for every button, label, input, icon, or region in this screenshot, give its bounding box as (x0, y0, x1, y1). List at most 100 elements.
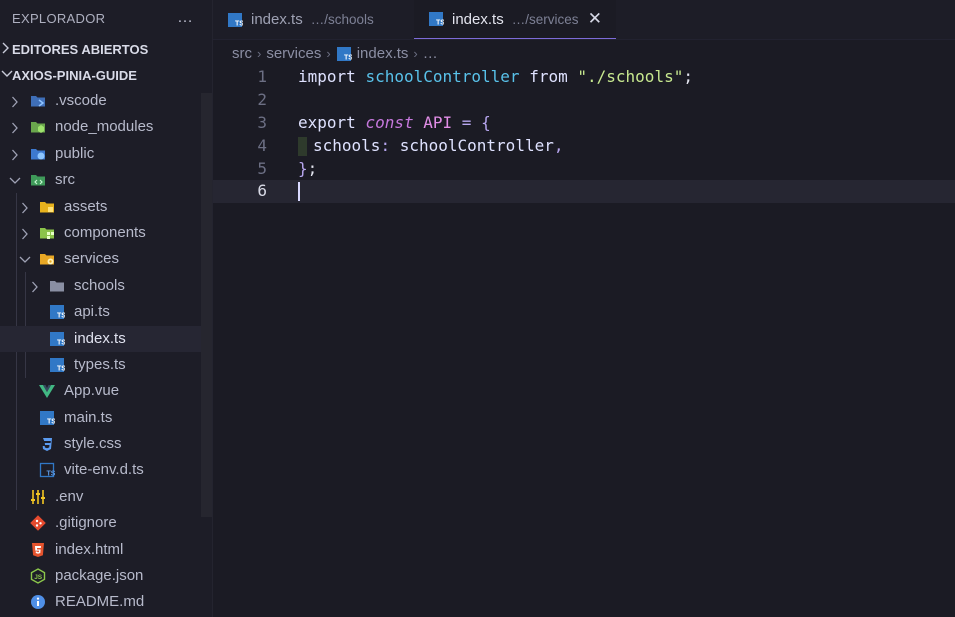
close-icon[interactable]: ✕ (588, 9, 602, 29)
file-tree: .vscode node_modules public src assets c… (0, 88, 212, 616)
code-line-current[interactable]: 6 (213, 180, 955, 204)
tab-filename: index.ts (452, 10, 504, 28)
tree-file-style-css[interactable]: style.css (0, 431, 212, 457)
tree-item-label: types.ts (74, 355, 126, 373)
tree-item-label: services (64, 250, 120, 268)
css-icon (42, 438, 52, 452)
typescript-icon: TS (429, 12, 444, 27)
tree-item-label: api.ts (74, 303, 110, 321)
tree-item-label: node_modules (55, 118, 154, 136)
folder-icon (50, 280, 64, 292)
chevron-right-icon (2, 42, 9, 54)
section-open-editors[interactable]: EDITORES ABIERTOS (0, 36, 212, 62)
chevron-right-icon (12, 96, 18, 108)
code-line[interactable]: 5 }; (213, 158, 955, 181)
tree-item-label: src (55, 171, 75, 189)
tree-file-app-vue[interactable]: App.vue (0, 378, 212, 404)
code-line[interactable]: 2 (213, 89, 955, 112)
tree-item-label: main.ts (64, 408, 113, 426)
assets-folder-icon (40, 201, 54, 213)
svg-text:TS: TS (344, 54, 352, 61)
svg-text:TS: TS (436, 20, 444, 27)
tree-file-api-ts[interactable]: TS api.ts (0, 299, 212, 325)
chevron-right-icon: › (413, 46, 418, 61)
chevron-down-icon (9, 177, 21, 185)
tree-item-label: README.md (55, 593, 145, 611)
code-text: export const API = { (298, 112, 491, 132)
section-label: AXIOS-PINIA-GUIDE (12, 67, 137, 83)
section-project[interactable]: AXIOS-PINIA-GUIDE (0, 62, 212, 88)
tree-folder-src[interactable]: src (0, 167, 212, 193)
breadcrumb-symbols[interactable]: … (423, 45, 438, 62)
tree-item-label: App.vue (64, 382, 120, 400)
tree-folder-services[interactable]: services (0, 246, 212, 272)
tree-file-package-json[interactable]: JS package.json (0, 563, 212, 589)
tree-file-gitignore[interactable]: .gitignore (0, 510, 212, 536)
node-json-icon: JS (30, 568, 46, 584)
env-icon (31, 489, 45, 504)
tree-file-vite-env[interactable]: TS vite-env.d.ts (0, 457, 212, 483)
tab-index-ts-schools[interactable]: TS index.ts …/schools (213, 0, 414, 39)
breadcrumb-src[interactable]: src (232, 45, 252, 62)
tree-item-label: index.ts (74, 329, 126, 347)
code-text (298, 180, 300, 203)
line-number: 2 (257, 89, 267, 109)
tree-item-label: public (55, 144, 95, 162)
chevron-down-icon (19, 256, 31, 264)
section-label: EDITORES ABIERTOS (12, 41, 149, 57)
svg-text:TS: TS (57, 313, 65, 320)
tab-filename: index.ts (251, 11, 303, 28)
chevron-right-icon (22, 228, 28, 240)
sidebar-scrollbar[interactable] (201, 93, 212, 517)
git-icon (30, 515, 46, 532)
tree-item-label: style.css (64, 435, 122, 453)
tree-file-env[interactable]: .env (0, 484, 212, 510)
chevron-right-icon (12, 149, 18, 161)
chevron-right-icon (12, 122, 18, 134)
tree-file-main-ts[interactable]: TS main.ts (0, 405, 212, 431)
tree-folder-node-modules[interactable]: node_modules (0, 114, 212, 140)
html-icon (32, 542, 44, 557)
code-line[interactable]: 1 import schoolController from "./school… (213, 66, 955, 89)
explorer-header: EXPLORADOR … (0, 0, 212, 36)
tree-file-index-html[interactable]: index.html (0, 537, 212, 563)
tree-item-label: package.json (55, 567, 144, 585)
typescript-icon: TS (50, 305, 65, 320)
tab-index-ts-services[interactable]: TS index.ts …/services ✕ (414, 0, 616, 39)
tree-folder-schools[interactable]: schools (0, 273, 212, 299)
text-cursor (298, 182, 300, 202)
breadcrumb-services[interactable]: services (266, 45, 321, 62)
tree-item-label: assets (64, 197, 108, 215)
components-folder-icon (40, 227, 54, 239)
code-editor[interactable]: 1 import schoolController from "./school… (213, 66, 955, 617)
svg-text:TS: TS (47, 471, 56, 478)
code-line[interactable]: 4 schools: schoolController, (213, 135, 955, 158)
vscode-folder-icon (31, 96, 45, 107)
line-number: 4 (257, 135, 267, 155)
tree-file-readme[interactable]: README.md (0, 589, 212, 615)
svg-text:TS: TS (57, 365, 65, 372)
tree-folder-components[interactable]: components (0, 220, 212, 246)
line-number: 6 (257, 181, 267, 201)
tree-folder-assets[interactable]: assets (0, 194, 212, 220)
node-folder-icon (31, 122, 45, 134)
more-actions-icon[interactable]: … (177, 9, 194, 27)
svg-text:TS: TS (57, 339, 65, 346)
tree-folder-vscode[interactable]: .vscode (0, 88, 212, 114)
tab-bar: TS index.ts …/schools TS index.ts …/serv… (213, 0, 955, 40)
chevron-right-icon (22, 202, 28, 213)
typescript-icon: TS (228, 12, 243, 27)
tree-file-index-ts[interactable]: TS index.ts (0, 325, 212, 352)
tree-folder-public[interactable]: public (0, 141, 212, 167)
chevron-right-icon: › (257, 46, 262, 61)
tab-path: …/schools (310, 12, 374, 27)
tree-file-types-ts[interactable]: TS types.ts (0, 352, 212, 378)
line-number: 1 (257, 67, 267, 86)
code-text: import schoolController from "./schools"… (298, 67, 693, 86)
breadcrumb-file[interactable]: index.ts (357, 45, 409, 62)
breadcrumb: src › services › TS index.ts › … (213, 40, 955, 67)
svg-text:JS: JS (34, 574, 43, 581)
code-line[interactable]: 3 export const API = { (213, 112, 955, 135)
tab-path: …/services (511, 11, 579, 27)
indent-marker (298, 136, 307, 156)
